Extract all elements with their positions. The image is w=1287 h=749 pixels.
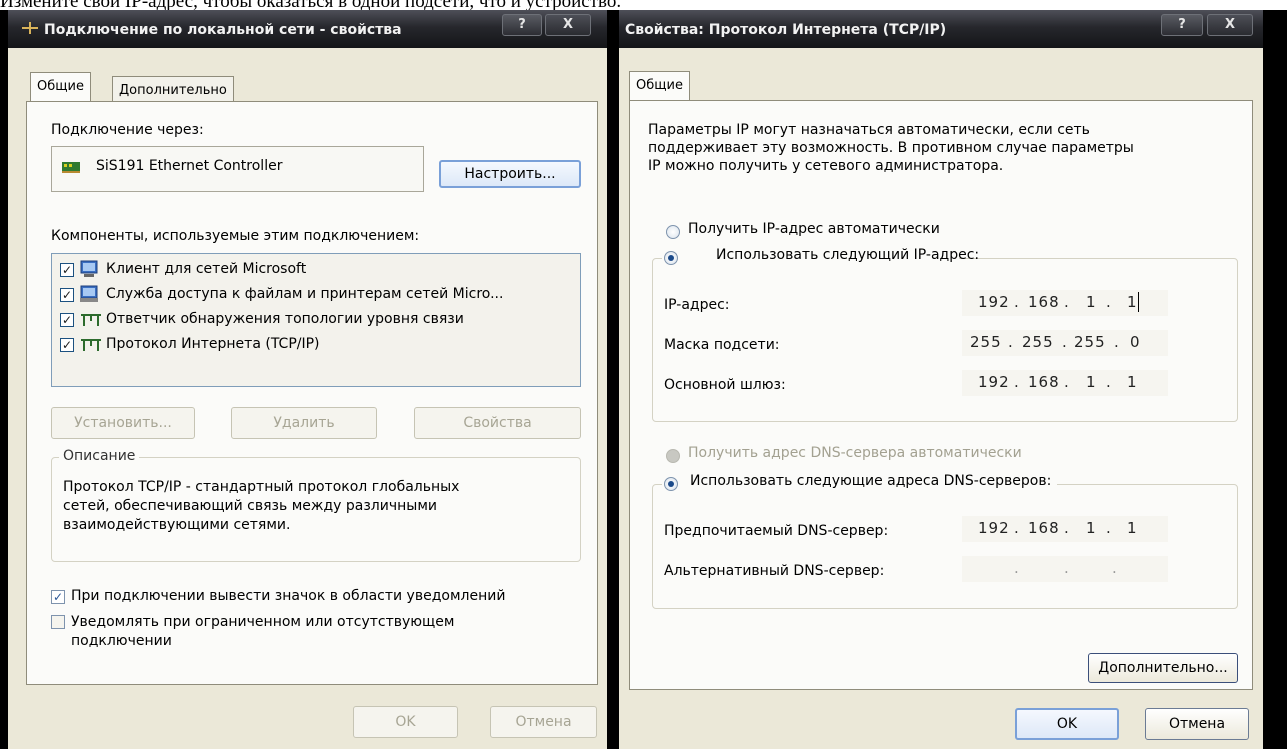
remove-button[interactable]: Удалить <box>231 407 377 439</box>
component-checkbox[interactable]: ✓ <box>60 288 74 302</box>
general-tab-panel: Параметры IP могут назначаться автоматич… <box>629 100 1253 690</box>
notify-checkbox[interactable] <box>51 615 65 629</box>
help-button[interactable]: ? <box>1161 14 1203 36</box>
lan-properties-titlebar[interactable]: Подключение по локальной сети - свойства… <box>8 10 607 48</box>
text-cursor <box>1138 292 1139 312</box>
alternate-dns-field[interactable]: . . . <box>962 556 1168 582</box>
properties-button[interactable]: Свойства <box>414 407 581 439</box>
network-connection-icon <box>22 22 38 34</box>
install-button[interactable]: Установить... <box>51 407 195 439</box>
ok-button[interactable]: OK <box>353 706 458 738</box>
close-button[interactable]: X <box>1207 14 1253 36</box>
black-left-edge <box>0 10 8 749</box>
ip-address-field[interactable]: 192. 168. 1. 1 <box>962 290 1168 316</box>
component-checkbox[interactable]: ✓ <box>60 263 74 277</box>
help-button[interactable]: ? <box>502 14 542 36</box>
protocol-icon <box>81 339 101 351</box>
component-label: Протокол Интернета (TCP/IP) <box>106 336 320 352</box>
tab-general[interactable]: Общие <box>30 72 91 102</box>
manual-ip-label: Использовать следующий IP-адрес: <box>716 247 980 263</box>
general-tab-panel: Подключение через: SiS191 Ethernet Contr… <box>26 101 598 685</box>
window-title: Свойства: Протокол Интернета (TCP/IP) <box>625 22 947 38</box>
manual-dns-label: Использовать следующие адреса DNS-сервер… <box>690 473 1052 489</box>
component-label: Служба доступа к файлам и принтерам сете… <box>106 286 504 302</box>
tcpip-properties-window: Свойства: Протокол Интернета (TCP/IP) ? … <box>619 10 1263 749</box>
auto-ip-label: Получить IP-адрес автоматически <box>688 221 940 237</box>
adapter-name: SiS191 Ethernet Controller <box>96 158 283 174</box>
window-title: Подключение по локальной сети - свойства <box>44 22 402 38</box>
manual-ip-row: Использовать следующий IP-адрес: <box>662 247 979 269</box>
gateway-label: Основной шлюз: <box>664 377 786 393</box>
configure-button[interactable]: Настроить... <box>439 160 581 188</box>
lan-properties-window: Подключение по локальной сети - свойства… <box>8 10 607 749</box>
auto-dns-radio[interactable] <box>666 449 680 463</box>
intro-text: Параметры IP могут назначаться автоматич… <box>648 122 1134 174</box>
close-button[interactable]: X <box>545 14 591 36</box>
gateway-field[interactable]: 192. 168. 1. 1 <box>962 370 1168 396</box>
component-label: Ответчик обнаружения топологии уровня св… <box>106 311 464 327</box>
connect-via-label: Подключение через: <box>51 122 204 138</box>
ip-address-label: IP-адрес: <box>664 297 730 313</box>
protocol-icon <box>81 314 101 326</box>
components-label: Компоненты, используемые этим подключени… <box>51 228 420 244</box>
adapter-field: SiS191 Ethernet Controller <box>51 146 424 192</box>
cancel-button[interactable]: Отмена <box>490 706 597 738</box>
components-list[interactable]: ✓ Клиент для сетей Microsoft ✓ Служба до… <box>51 253 581 387</box>
preferred-dns-field[interactable]: 192. 168. 1. 1 <box>962 516 1168 542</box>
component-label: Клиент для сетей Microsoft <box>106 261 307 277</box>
tab-advanced[interactable]: Дополнительно <box>112 76 234 102</box>
file-printer-sharing-icon <box>80 285 98 302</box>
manual-dns-row: Использовать следующие адреса DNS-сервер… <box>662 473 1058 495</box>
alternate-dns-label: Альтернативный DNS-сервер: <box>664 563 885 579</box>
ok-button[interactable]: OK <box>1015 708 1119 740</box>
subnet-mask-label: Маска подсети: <box>664 337 780 353</box>
component-checkbox[interactable]: ✓ <box>60 338 74 352</box>
cancel-button[interactable]: Отмена <box>1145 708 1249 740</box>
auto-dns-label: Получить адрес DNS-сервера автоматически <box>688 445 1022 461</box>
description-title: Описание <box>59 448 140 464</box>
advanced-button[interactable]: Дополнительно... <box>1088 653 1238 683</box>
tab-general[interactable]: Общие <box>629 71 690 101</box>
preferred-dns-label: Предпочитаемый DNS-сервер: <box>664 523 889 539</box>
window-body: Общие Параметры IP могут назначаться авт… <box>625 48 1259 741</box>
description-text: Протокол TCP/IP - стандартный протокол г… <box>63 479 460 533</box>
network-adapter-icon <box>62 162 80 173</box>
black-divider <box>607 10 619 749</box>
black-right-edge <box>1263 10 1287 749</box>
network-client-icon <box>80 260 98 277</box>
window-body: Общие Дополнительно Подключение через: S… <box>16 48 599 741</box>
auto-ip-radio[interactable] <box>666 225 680 239</box>
component-checkbox[interactable]: ✓ <box>60 313 74 327</box>
dns-groupbox <box>652 484 1238 609</box>
subnet-mask-field[interactable]: 255. 255. 255. 0 <box>962 330 1168 356</box>
show-icon-checkbox[interactable]: ✓ <box>51 590 65 604</box>
tcpip-titlebar[interactable]: Свойства: Протокол Интернета (TCP/IP) ? … <box>619 10 1263 48</box>
notify-label: Уведомлять при ограниченном или отсутств… <box>71 614 455 649</box>
manual-ip-radio[interactable] <box>664 251 678 265</box>
show-icon-label: При подключении вывести значок в области… <box>71 588 506 604</box>
